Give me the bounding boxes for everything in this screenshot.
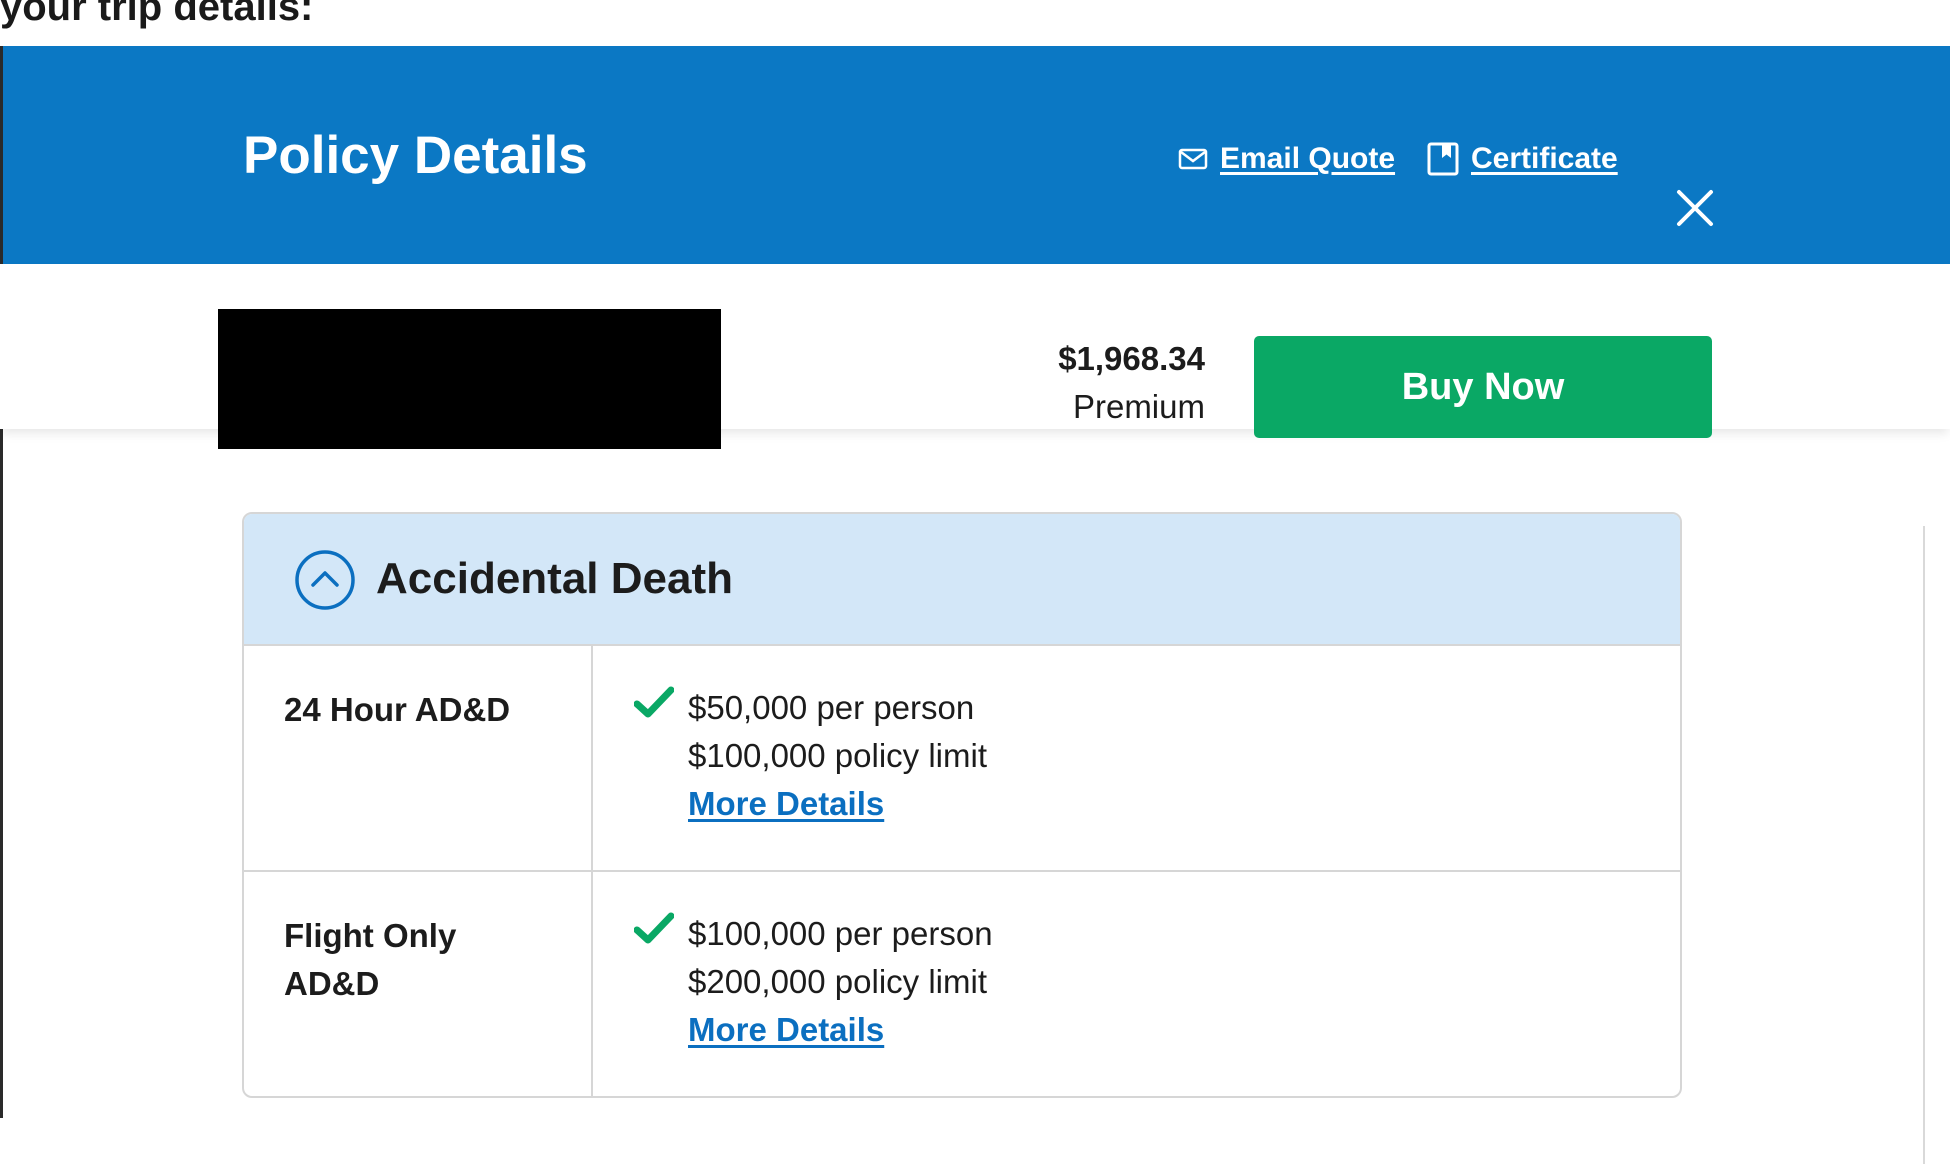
redacted-logo — [218, 309, 721, 449]
column-divider — [591, 872, 593, 1096]
close-icon — [1677, 190, 1713, 226]
section-title: Accidental Death — [376, 554, 733, 603]
premium-label: Premium — [1072, 388, 1205, 425]
accidental-death-section-toggle[interactable]: Accidental Death — [244, 514, 1680, 644]
benefit-name: Flight Only AD&D — [284, 917, 457, 1002]
benefit-policy-limit: $100,000 policy limit — [688, 737, 987, 774]
benefit-per-person: $50,000 per person — [688, 689, 975, 726]
check-icon — [634, 912, 674, 944]
bookmark-icon — [1427, 142, 1459, 176]
modal-header: Policy Details Email Quote Certificate — [3, 46, 1950, 281]
coverage-card: Accidental Death 24 Hour AD&D $50,000 pe… — [242, 512, 1682, 1098]
email-quote-label: Email Quote — [1220, 142, 1396, 175]
more-details-link[interactable]: More Details — [688, 1006, 884, 1054]
buy-now-button[interactable]: Buy Now — [1254, 336, 1712, 438]
close-button[interactable] — [1675, 188, 1715, 228]
check-icon — [634, 686, 674, 718]
page-heading: your trip details: — [0, 0, 314, 29]
more-details-link[interactable]: More Details — [688, 780, 884, 828]
benefit-policy-limit: $200,000 policy limit — [688, 963, 987, 1000]
modal-title: Policy Details — [243, 126, 588, 185]
certificate-link[interactable]: Certificate — [1427, 142, 1618, 176]
certificate-label: Certificate — [1471, 142, 1618, 175]
chevron-up-icon — [295, 550, 355, 610]
column-divider — [591, 646, 593, 872]
benefit-row: Flight Only AD&D $100,000 per person $20… — [244, 870, 1680, 1096]
benefit-name: 24 Hour AD&D — [284, 691, 511, 728]
premium-price: $1,968.34 — [1058, 340, 1205, 377]
benefit-row: 24 Hour AD&D $50,000 per person $100,000… — [244, 644, 1680, 872]
email-quote-link[interactable]: Email Quote — [1178, 142, 1395, 176]
envelope-icon — [1178, 147, 1208, 171]
benefit-per-person: $100,000 per person — [688, 915, 993, 952]
scrollbar-track[interactable] — [1923, 526, 1925, 1164]
